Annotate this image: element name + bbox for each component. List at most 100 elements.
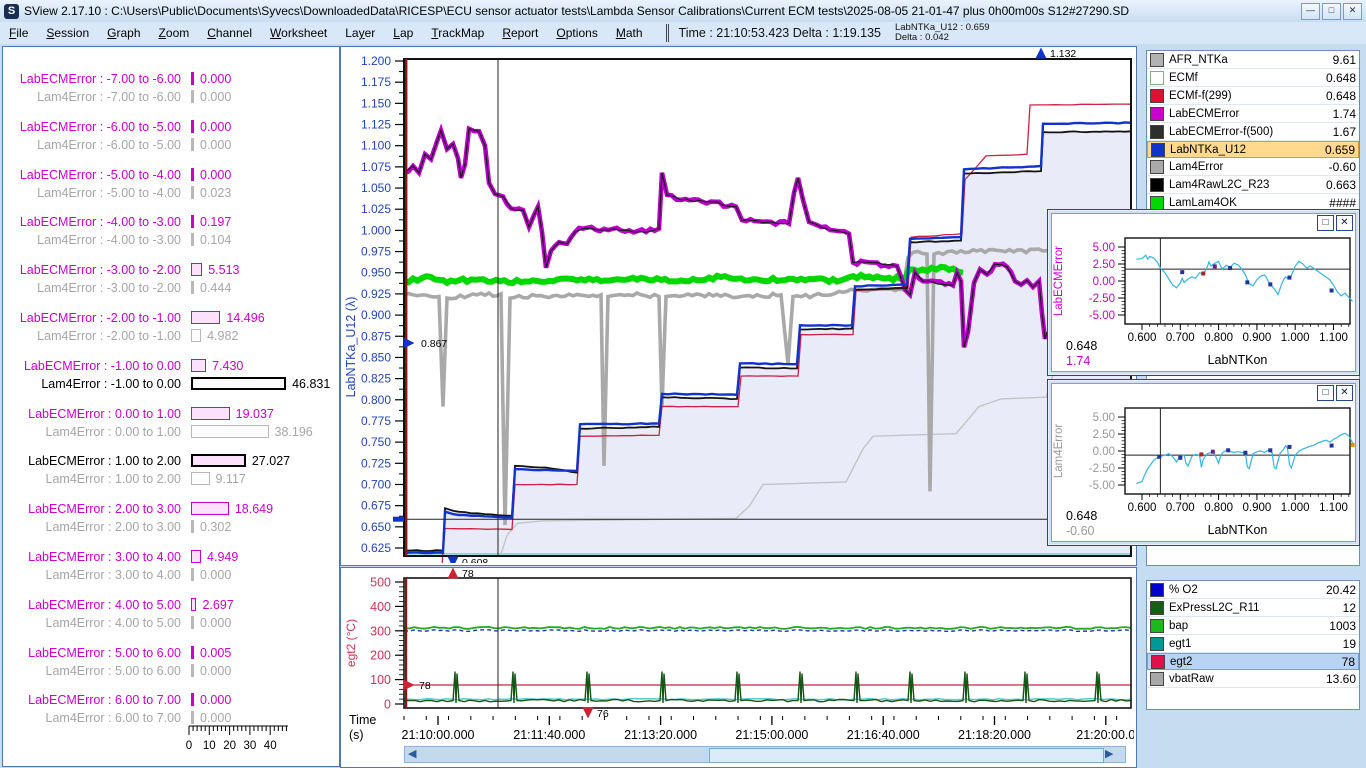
scrollbar-left-arrow-icon[interactable]: ◀	[408, 748, 416, 761]
legend-row-egt1[interactable]: egt119	[1147, 635, 1359, 653]
svg-text:0.800: 0.800	[361, 393, 391, 407]
legend-row-lam4rawl2c-r23[interactable]: Lam4RawL2C_R230.663	[1147, 176, 1359, 194]
menu-channel[interactable]: Channel	[198, 24, 261, 42]
channel-value: 1003	[1329, 619, 1356, 633]
menu-session[interactable]: Session	[37, 24, 98, 42]
svg-text:1.150: 1.150	[361, 96, 391, 110]
lam4error-vs-labntkon-chart[interactable]: 5.002.500.00-2.50-5.000.6000.7000.8000.9…	[1052, 384, 1357, 541]
channel-name: % O2	[1169, 584, 1326, 596]
svg-text:1.100: 1.100	[1319, 502, 1348, 514]
labecmerror-vs-labntkon-chart[interactable]: 5.002.500.00-2.50-5.000.6000.7000.8000.9…	[1052, 214, 1357, 371]
channel-value: 9.61	[1333, 53, 1356, 67]
scrollbar-thumb[interactable]	[709, 748, 1104, 763]
window-title: SView 2.17.10 : C:\Users\Public\Document…	[24, 4, 1129, 18]
channel-name: AFR_NTKa	[1169, 54, 1333, 66]
svg-text:LabNTKon: LabNTKon	[1208, 353, 1268, 367]
histogram-bar	[191, 120, 194, 133]
histogram-bin-label: Lam4Error : 1.00 to 2.00	[3, 472, 181, 486]
main-chart[interactable]: 1.2001.1751.1501.1251.1001.0751.0501.025…	[341, 47, 1134, 563]
svg-text:1.000: 1.000	[1281, 502, 1310, 514]
legend-row--o2[interactable]: % O220.42	[1147, 581, 1359, 599]
histogram-row-lam: Lam4Error : -5.00 to -4.000.023	[3, 185, 339, 201]
overlay2-close-button[interactable]: ✕	[1336, 385, 1353, 401]
channel-name: LabNTKa_U12	[1170, 144, 1325, 156]
histogram-bar	[191, 263, 202, 276]
menu-report[interactable]: Report	[493, 24, 547, 42]
histogram-bin-value: 4.949	[207, 550, 238, 564]
histogram-bar	[191, 329, 201, 342]
channel-color-swatch	[1150, 196, 1164, 210]
legend-row-bap[interactable]: bap1003	[1147, 617, 1359, 635]
menu-file[interactable]: File	[0, 24, 37, 42]
overlay1-maximize-button[interactable]: □	[1317, 215, 1334, 231]
svg-text:0: 0	[186, 740, 192, 752]
minimize-button[interactable]: —	[1301, 3, 1320, 20]
histogram-bin-value: 0.005	[200, 646, 231, 660]
restore-button[interactable]: □	[1322, 3, 1341, 20]
legend-row-lam4error[interactable]: Lam4Error-0.60	[1147, 158, 1359, 176]
histogram-bar	[191, 472, 210, 485]
menu-options[interactable]: Options	[547, 24, 606, 42]
histogram-bin-value: 46.831	[292, 377, 330, 391]
menu-trackmap[interactable]: TrackMap	[422, 24, 493, 42]
legend-row-afr-ntka[interactable]: AFR_NTKa9.61	[1147, 51, 1359, 69]
histogram-bar	[191, 138, 194, 151]
histogram-bin-value: 0.000	[200, 664, 231, 678]
svg-text:-2.50: -2.50	[1089, 293, 1115, 305]
legend-row-labecmerror-f-500-[interactable]: LabECMError-f(500)1.67	[1147, 123, 1359, 141]
histogram-bar	[191, 425, 269, 438]
legend-row-ecmf[interactable]: ECMf0.648	[1147, 69, 1359, 87]
legend-row-vbatraw[interactable]: vbatRaw13.60	[1147, 670, 1359, 688]
svg-text:LabECMError: LabECMError	[1053, 246, 1065, 316]
histogram-bin-label: LabECMError : 2.00 to 3.00	[3, 502, 181, 516]
histogram-row-lam: Lam4Error : -3.00 to -2.000.444	[3, 280, 339, 296]
svg-text:LabNTKa_U12 (λ): LabNTKa_U12 (λ)	[344, 297, 358, 398]
svg-text:20: 20	[223, 740, 236, 752]
histogram-bin-label: Lam4Error : -7.00 to -6.00	[3, 90, 181, 104]
main-chart-panel[interactable]: 1.2001.1751.1501.1251.1001.0751.0501.025…	[340, 46, 1137, 566]
channel-name: egt1	[1169, 638, 1343, 650]
histogram-bin-value: 38.196	[275, 425, 313, 439]
bottom-chart-panel[interactable]: 5004003002001000egt2 (°C)21:10:00.00021:…	[340, 567, 1137, 768]
overlay-window-lam4error[interactable]: □ ✕ 5.002.500.00-2.50-5.000.6000.7000.80…	[1047, 379, 1360, 546]
menu-zoom[interactable]: Zoom	[150, 24, 199, 42]
channel-color-swatch	[1150, 601, 1164, 615]
time-scrollbar[interactable]: ◀ ▶	[404, 746, 1126, 763]
menu-layer[interactable]: Layer	[336, 24, 384, 42]
legend-row-ecmf-f-299-[interactable]: ECMf-f(299)0.648	[1147, 87, 1359, 105]
legend-row-labntka-u12[interactable]: LabNTKa_U120.659	[1147, 141, 1359, 158]
overlay1-close-button[interactable]: ✕	[1336, 215, 1353, 231]
svg-text:0.900: 0.900	[361, 308, 391, 322]
channel-value: 0.648	[1326, 89, 1356, 103]
svg-text:0.650: 0.650	[361, 520, 391, 534]
menu-worksheet[interactable]: Worksheet	[261, 24, 336, 42]
egt-chart[interactable]: 5004003002001000egt2 (°C)21:10:00.00021:…	[341, 568, 1134, 744]
menu-math[interactable]: Math	[607, 24, 652, 42]
svg-text:21:11:40.000: 21:11:40.000	[513, 728, 585, 742]
channel-name: ExPressL2C_R11	[1169, 602, 1343, 614]
histogram-bin-value: 0.000	[200, 120, 231, 134]
channel-name: egt2	[1170, 656, 1342, 668]
scrollbar-right-arrow-icon[interactable]: ▶	[1105, 748, 1113, 761]
channel-status: LabNTKa_U12 : 0.659 Delta : 0.042	[895, 23, 990, 43]
channel-color-swatch	[1150, 160, 1164, 174]
overlay2-maximize-button[interactable]: □	[1317, 385, 1334, 401]
histogram-row-ecm: LabECMError : -5.00 to -4.000.000	[3, 167, 339, 183]
histogram-bin-value: 14.496	[226, 311, 264, 325]
close-button[interactable]: ✕	[1343, 3, 1362, 20]
channel-color-swatch	[1151, 143, 1165, 157]
legend-row-egt2[interactable]: egt278	[1147, 653, 1359, 670]
svg-text:0.775: 0.775	[361, 414, 391, 428]
svg-text:0.800: 0.800	[1204, 332, 1233, 344]
legend-row-labecmerror[interactable]: LabECMError1.74	[1147, 105, 1359, 123]
svg-text:1.74: 1.74	[1066, 354, 1090, 368]
legend-row-expressl2c-r11[interactable]: ExPressL2C_R1112	[1147, 599, 1359, 617]
menu-lap[interactable]: Lap	[384, 24, 422, 42]
svg-text:200: 200	[370, 649, 391, 663]
svg-text:0.950: 0.950	[361, 266, 391, 280]
menu-graph[interactable]: Graph	[98, 24, 149, 42]
histogram-bar	[191, 407, 230, 420]
channel-status-line2: Delta : 0.042	[895, 33, 990, 43]
histogram-bin-value: 0.000	[200, 138, 231, 152]
overlay-window-labecmerror[interactable]: □ ✕ 5.002.500.00-2.50-5.000.6000.7000.80…	[1047, 209, 1360, 376]
